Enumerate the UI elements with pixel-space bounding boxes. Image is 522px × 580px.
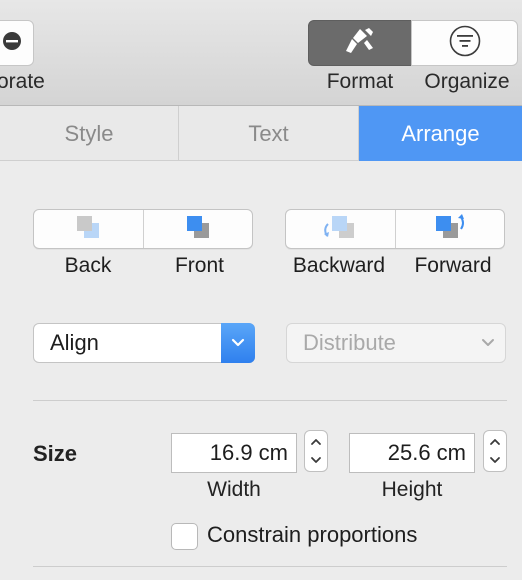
front-button[interactable]: [142, 210, 253, 248]
back-button[interactable]: [34, 210, 143, 248]
collaborate-label: orate: [0, 70, 45, 93]
format-label: Format: [326, 70, 394, 93]
distribute-value: Distribute: [303, 330, 396, 355]
height-caption: Height: [381, 478, 443, 501]
backward-label: Backward: [292, 254, 386, 277]
tab-arrange[interactable]: Arrange: [359, 106, 522, 161]
tab-style[interactable]: Style: [0, 106, 179, 161]
inspector-tabs: Style Text Arrange: [0, 106, 522, 161]
front-label: Front: [174, 254, 224, 277]
chevron-up-icon[interactable]: [489, 433, 501, 451]
bring-forward-icon: [428, 212, 472, 247]
toolbar: orate Format Organize: [0, 0, 522, 106]
chevron-up-icon[interactable]: [310, 433, 322, 451]
collaborate-icon: [1, 30, 23, 57]
format-button[interactable]: [308, 20, 412, 66]
height-stepper[interactable]: [483, 430, 507, 472]
chevron-down-icon: [471, 338, 505, 348]
chevron-down-icon[interactable]: [489, 451, 501, 469]
send-to-back-icon: [73, 213, 103, 246]
forward-label: Forward: [414, 254, 492, 277]
chevron-down-icon: [221, 323, 255, 363]
collaborate-button[interactable]: [0, 20, 34, 66]
width-field[interactable]: 16.9 cm: [171, 433, 297, 473]
divider: [33, 400, 507, 401]
filter-icon: [448, 24, 482, 63]
order-segmented-control: [33, 209, 253, 249]
paintbrush-icon: [343, 26, 377, 61]
size-section-label: Size: [33, 441, 78, 466]
back-label: Back: [64, 254, 112, 277]
align-value: Align: [50, 330, 99, 355]
organize-label: Organize: [424, 70, 510, 93]
tab-text[interactable]: Text: [179, 106, 359, 161]
send-backward-icon: [318, 212, 362, 247]
organize-button[interactable]: [411, 20, 518, 66]
chevron-down-icon[interactable]: [310, 451, 322, 469]
bring-to-front-icon: [183, 213, 213, 246]
backward-button[interactable]: [286, 210, 395, 248]
width-stepper[interactable]: [304, 430, 328, 472]
align-dropdown[interactable]: Align: [33, 323, 255, 363]
constrain-proportions-label[interactable]: Constrain proportions: [207, 522, 417, 548]
step-order-segmented-control: [285, 209, 505, 249]
height-field[interactable]: 25.6 cm: [349, 433, 475, 473]
forward-button[interactable]: [394, 210, 505, 248]
width-caption: Width: [207, 478, 261, 501]
constrain-proportions-checkbox[interactable]: [171, 523, 198, 550]
divider: [33, 566, 507, 567]
distribute-dropdown[interactable]: Distribute: [286, 323, 506, 363]
